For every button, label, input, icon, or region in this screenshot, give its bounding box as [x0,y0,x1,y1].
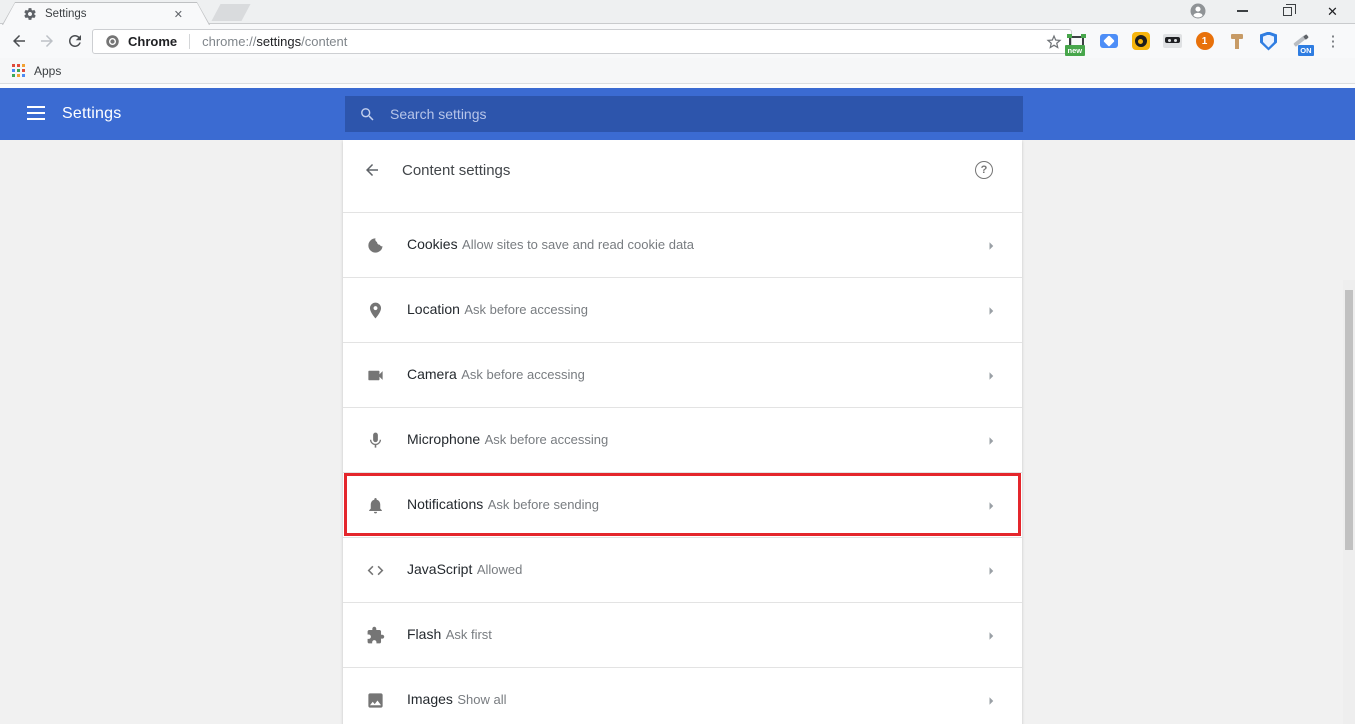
close-button[interactable]: ✕ [1310,0,1355,22]
microphone-icon [365,430,385,450]
row-subtitle: Ask before sending [488,497,599,512]
settings-row-cookies[interactable]: Cookies Allow sites to save and read coo… [343,212,1022,277]
chevron-right-icon [982,367,1000,385]
settings-page-title: Settings [62,88,121,140]
settings-row-flash[interactable]: Flash Ask first [343,602,1022,667]
settings-row-camera[interactable]: Camera Ask before accessing [343,342,1022,407]
settings-page-background: Content settings ? Cookies Allow sites t… [0,140,1355,724]
row-title: Notifications [407,496,483,512]
restore-icon [1283,7,1292,16]
chevron-right-icon [982,562,1000,580]
apps-grid-icon [12,64,25,77]
url-text[interactable]: chrome://settings/content [189,34,347,49]
row-title: Cookies [407,236,458,252]
new-badge: new [1065,45,1085,56]
row-subtitle: Allow sites to save and read cookie data [462,237,694,252]
row-title: Flash [407,626,441,642]
browser-menu-icon[interactable]: ⋮ [1322,31,1343,52]
close-icon: ✕ [1327,5,1338,18]
extension-area: new 1 ON ⋮ [1066,28,1343,54]
back-button[interactable] [6,30,32,52]
row-subtitle: Ask before accessing [485,432,609,447]
address-bar[interactable]: Chrome chrome://settings/content [92,29,1072,54]
profile-icon[interactable] [1175,0,1220,22]
settings-gear-icon [23,7,37,21]
hamburger-menu-icon[interactable] [27,106,45,120]
location-icon [365,300,385,320]
row-subtitle: Show all [457,692,506,707]
camera-icon [365,365,385,385]
row-title: JavaScript [407,561,472,577]
content-settings-header: Content settings ? [343,140,1022,212]
help-icon[interactable]: ? [975,161,993,179]
site-name-chip: Chrome [128,34,177,49]
minimize-button[interactable] [1220,0,1265,22]
row-subtitle: Ask first [446,627,492,642]
notifications-icon [365,495,385,515]
row-subtitle: Allowed [477,562,523,577]
new-tab-button[interactable] [211,4,250,21]
privacy-mask-extension-icon[interactable] [1162,31,1183,52]
chrome-logo-icon [105,34,120,49]
reload-button[interactable] [62,30,88,52]
settings-header: Settings [0,88,1355,140]
tab-strip: Settings ✕ ✕ [0,0,1355,24]
chevron-right-icon [982,237,1000,255]
restore-button[interactable] [1265,0,1310,22]
settings-row-javascript[interactable]: JavaScript Allowed [343,537,1022,602]
settings-search-input[interactable] [390,106,950,122]
sketch-toggle-extension-icon[interactable]: ON [1290,31,1311,52]
bookmark-star-icon[interactable] [1045,33,1063,51]
signpost-extension-icon[interactable] [1226,31,1247,52]
settings-rows: Cookies Allow sites to save and read coo… [343,212,1022,724]
scrollbar-thumb[interactable] [1345,290,1353,550]
price-tag-extension-icon[interactable] [1098,31,1119,52]
search-icon [359,106,376,123]
settings-search-box[interactable] [345,96,1023,132]
chevron-right-icon [982,627,1000,645]
on-badge: ON [1298,45,1314,56]
settings-row-notifications[interactable]: Notifications Ask before sending [343,472,1022,537]
bookmarks-bar: Apps [0,58,1355,84]
javascript-icon [365,560,385,580]
settings-row-location[interactable]: Location Ask before accessing [343,277,1022,342]
settings-row-microphone[interactable]: Microphone Ask before accessing [343,407,1022,472]
row-title: Location [407,301,460,317]
chevron-right-icon [982,497,1000,515]
apps-bookmark[interactable]: Apps [34,64,61,78]
scrollbar[interactable] [1343,280,1355,724]
chevron-right-icon [982,302,1000,320]
chevron-right-icon [982,432,1000,450]
content-settings-title: Content settings [402,162,510,179]
flash-icon [365,625,385,645]
tab-title: Settings [45,8,172,20]
vpn-shield-extension-icon[interactable] [1258,31,1279,52]
browser-toolbar: Chrome chrome://settings/content new 1 O… [0,24,1355,58]
screen-capture-extension-icon[interactable]: new [1066,31,1087,52]
cookie-icon [365,235,385,255]
row-title: Camera [407,366,457,382]
content-settings-card: Content settings ? Cookies Allow sites t… [343,140,1022,724]
images-icon [365,690,385,710]
minimize-icon [1237,10,1248,12]
one-tab-extension-icon[interactable]: 1 [1194,31,1215,52]
browser-tab[interactable]: Settings ✕ [2,2,210,25]
row-title: Images [407,691,453,707]
screen-recorder-extension-icon[interactable] [1130,31,1151,52]
row-title: Microphone [407,431,480,447]
chevron-right-icon [982,692,1000,710]
settings-row-images[interactable]: Images Show all [343,667,1022,724]
tab-close-icon[interactable]: ✕ [172,8,185,21]
row-subtitle: Ask before accessing [461,367,585,382]
row-subtitle: Ask before accessing [464,302,588,317]
back-arrow-icon[interactable] [363,161,381,179]
forward-button[interactable] [34,30,60,52]
